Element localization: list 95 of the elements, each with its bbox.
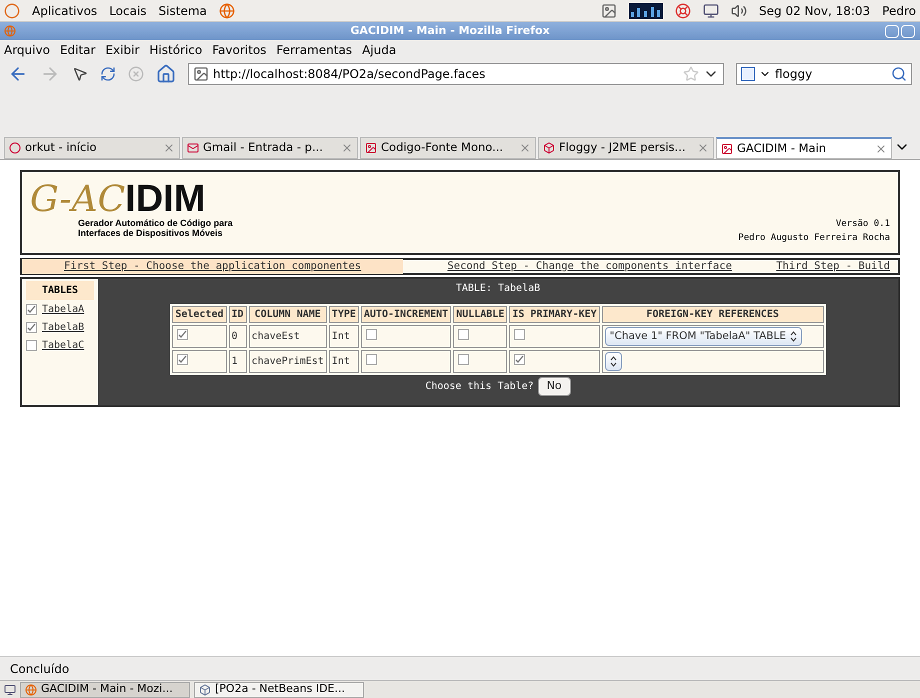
minimize-button[interactable] [885, 24, 899, 38]
version-label: Versão 0.1 [836, 218, 890, 231]
reference-select[interactable]: "Chave 1" FROM "TabelaA" TABLE [604, 327, 802, 346]
menu-item[interactable]: Histórico [149, 41, 202, 59]
clock[interactable]: Seg 02 Nov, 18:03 [759, 2, 870, 20]
table-cell: chavePrimEst [248, 350, 327, 373]
column-header: ID [228, 306, 247, 323]
table-title: TABLE: TabelaB [456, 282, 540, 296]
checkbox[interactable] [366, 328, 377, 340]
volume-icon [731, 2, 748, 18]
table-link[interactable]: TabelaA [42, 302, 84, 316]
page-icon [193, 66, 209, 82]
checkbox[interactable] [366, 354, 377, 364]
menu-item[interactable]: Exibir [105, 41, 140, 59]
lifebuoy-icon [675, 2, 692, 18]
checkbox[interactable] [458, 328, 470, 340]
table-link[interactable]: TabelaC [42, 338, 84, 352]
step-link[interactable]: Third Step - Build [776, 258, 890, 274]
tab-icon [543, 142, 555, 154]
stop-icon [128, 66, 144, 82]
home-icon [156, 64, 176, 84]
table-cell: Int [328, 325, 359, 348]
window-title: GACIDIM - Main - Mozilla Firefox [349, 22, 551, 39]
search-field[interactable]: floggy [736, 63, 912, 85]
show-desktop-icon [4, 684, 16, 696]
system-monitor-icon [629, 2, 664, 18]
step-link[interactable]: Second Step - Change the components interface [447, 258, 732, 274]
tab-icon [9, 142, 21, 154]
checkbox[interactable] [26, 322, 37, 332]
close-icon [519, 142, 531, 154]
select-arrows-icon [610, 356, 617, 366]
checkbox[interactable] [177, 329, 188, 340]
select-arrows-icon [790, 331, 797, 342]
tables-heading: TABLES [26, 281, 94, 300]
close-icon [875, 142, 887, 154]
column-header: FOREIGN-KEY REFERENCES [602, 306, 824, 323]
table-cell: 1 [228, 350, 247, 373]
checkbox[interactable] [177, 354, 188, 365]
cube-icon [199, 684, 211, 696]
table-link[interactable]: TabelaB [42, 320, 84, 334]
browser-icon [4, 25, 16, 37]
table-cell: Int [328, 350, 359, 373]
star-icon [683, 66, 699, 82]
column-header: IS PRIMARY-KEY [509, 306, 600, 323]
pointer-icon [72, 66, 88, 82]
choose-label: Choose this Table? [425, 380, 534, 394]
menu-item[interactable]: Editar [60, 41, 96, 59]
table-cell: 0 [228, 325, 247, 348]
column-header: AUTO-INCREMENT [360, 306, 452, 323]
table-cell: chaveEst [248, 325, 327, 348]
column-header: TYPE [328, 306, 359, 323]
search-icon [891, 66, 907, 82]
checkbox[interactable] [26, 340, 37, 350]
status-text: Concluído [10, 660, 70, 678]
checkbox[interactable] [514, 328, 526, 340]
reload-icon [100, 66, 116, 82]
checkbox[interactable] [514, 354, 526, 365]
author-label: Pedro Augusto Ferreira Rocha [738, 232, 890, 244]
menu-item[interactable]: Favoritos [212, 41, 266, 59]
no-button[interactable]: No [538, 377, 571, 396]
column-header: Selected [172, 306, 226, 323]
logo-script-text: G-AC [30, 182, 126, 218]
menu-item[interactable]: Arquivo [4, 41, 50, 59]
maximize-button[interactable] [901, 24, 915, 38]
subtitle: Interfaces de Dispositivos Móveis [77, 228, 223, 238]
reference-select[interactable] [604, 352, 622, 370]
panel-menu[interactable]: Aplicativos [32, 2, 98, 20]
subtitle: Gerador Automático de Código para [77, 218, 233, 228]
column-header: COLUMN NAME [248, 306, 327, 323]
browser-tab[interactable]: Gmail - Entrada - p... [182, 137, 358, 159]
browser-tab[interactable]: Floggy - J2ME persis... [538, 137, 714, 159]
panel-menu[interactable]: Locais [109, 2, 147, 20]
browser-tab[interactable]: Codigo-Fonte Mono... [360, 137, 536, 159]
tab-icon [721, 142, 733, 154]
column-header: NULLABLE [453, 306, 508, 323]
close-icon [341, 142, 353, 154]
tab-icon [365, 142, 377, 154]
browser-icon [218, 2, 235, 18]
browser-tab[interactable]: orkut - início [4, 137, 180, 159]
menu-item[interactable]: Ajuda [362, 41, 396, 59]
step-link[interactable]: First Step - Choose the application componentes [22, 258, 404, 274]
taskbar-button[interactable]: GACIDIM - Main - Mozi... [20, 682, 190, 698]
logo-text: IDIM [125, 180, 206, 218]
taskbar-button[interactable]: [PO2a - NetBeans IDE... [194, 682, 364, 698]
panel-menu[interactable]: Sistema [158, 2, 207, 20]
address-field[interactable]: http://localhost:8084/PO2a/secondPage.faces [188, 63, 724, 85]
menu-item[interactable]: Ferramentas [276, 41, 352, 59]
browser-tab[interactable]: GACIDIM - Main [716, 137, 892, 159]
tab-icon [187, 142, 199, 154]
close-icon [163, 142, 175, 154]
checkbox[interactable] [458, 354, 470, 364]
browser-icon [25, 684, 37, 696]
checkbox[interactable] [26, 304, 37, 314]
user-name[interactable]: Pedro [882, 2, 916, 20]
close-icon [697, 142, 709, 154]
